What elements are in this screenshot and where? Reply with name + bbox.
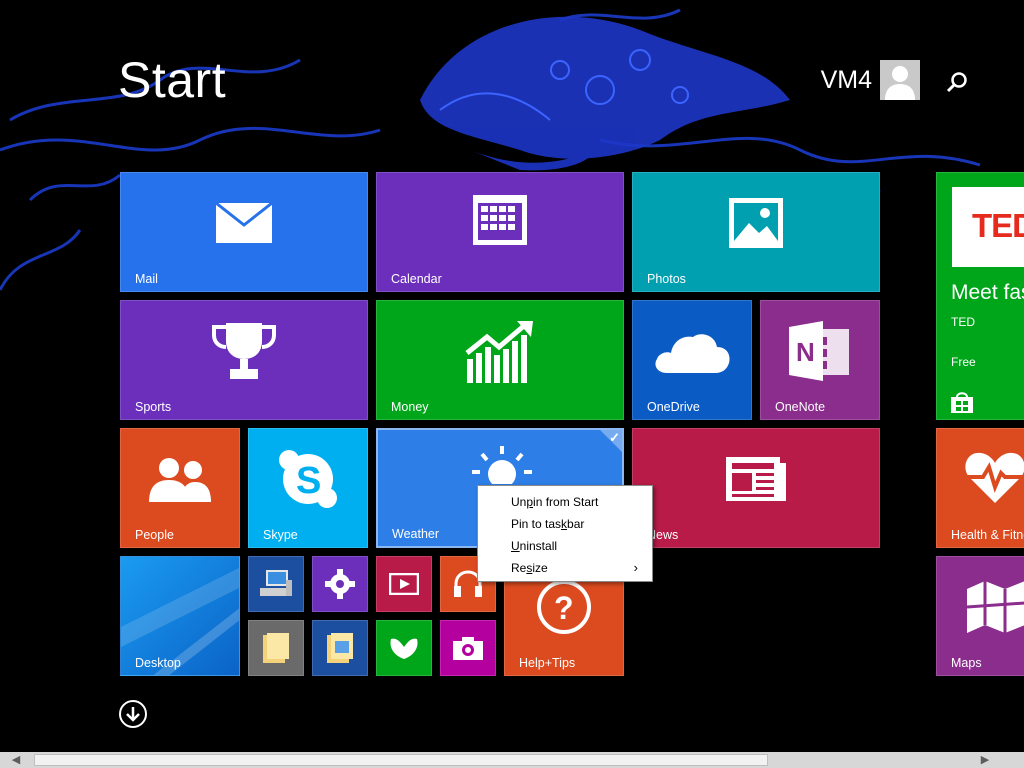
person-icon: [885, 66, 915, 100]
submenu-arrow-icon: ›: [633, 560, 638, 575]
sun-icon: [472, 446, 532, 484]
menu-text: bar: [567, 517, 585, 531]
menu-text: ize: [532, 561, 548, 575]
tile-maps[interactable]: Maps: [936, 556, 1024, 676]
tile-photos[interactable]: Photos: [632, 172, 880, 292]
folder-icon: [263, 633, 289, 663]
all-apps-button[interactable]: [119, 700, 147, 728]
scroll-right-icon[interactable]: ▶: [977, 752, 993, 768]
cloud-icon: [655, 333, 730, 373]
checkmark-icon: ✓: [609, 430, 620, 445]
mail-icon: [216, 202, 272, 243]
tile-desktop[interactable]: Desktop: [120, 556, 240, 676]
search-icon: [946, 72, 967, 93]
tile-video[interactable]: [376, 556, 432, 612]
tile-label: Health & Fitness: [951, 528, 1024, 542]
ted-logo: TED: [972, 207, 1024, 244]
tile-label: Desktop: [135, 656, 181, 670]
user-avatar[interactable]: [880, 60, 920, 100]
photos-icon: [729, 197, 783, 248]
context-menu: Unpin from Start Pin to taskbar Uninstal…: [477, 485, 653, 582]
menu-item-unpin-from-start[interactable]: Unpin from Start: [478, 491, 652, 513]
tile-label: Money: [391, 400, 429, 414]
newspaper-icon: [726, 456, 786, 501]
heart-pulse-icon: [965, 452, 1024, 503]
skype-icon: S: [279, 449, 337, 508]
tile-file-explorer[interactable]: [248, 620, 304, 676]
menu-accesskey: U: [511, 539, 520, 553]
svg-text:N: N: [796, 337, 815, 367]
tile-photo-folder[interactable]: [312, 620, 368, 676]
help-icon: ?: [537, 579, 591, 634]
menu-text: Un: [511, 495, 527, 509]
tile-label: OneNote: [775, 400, 826, 414]
tile-news[interactable]: News: [632, 428, 880, 548]
tile-label: Calendar: [391, 272, 442, 286]
tile-calendar[interactable]: Calendar: [376, 172, 624, 292]
ted-logo-block: TED: [952, 187, 1024, 267]
tile-label: OneDrive: [647, 400, 700, 414]
tile-onenote[interactable]: N OneNote: [760, 300, 880, 420]
ted-app-name: TED: [951, 315, 975, 329]
xbox-icon: [390, 638, 418, 659]
tile-label: Help+Tips: [519, 656, 576, 670]
trophy-icon: [212, 322, 276, 379]
horizontal-scrollbar[interactable]: ◀ ▶: [0, 752, 1024, 768]
svg-text:?: ?: [554, 590, 574, 626]
tile-games[interactable]: [376, 620, 432, 676]
tile-camera[interactable]: [440, 620, 496, 676]
menu-item-resize[interactable]: Resize ›: [478, 557, 652, 579]
people-icon: [149, 457, 211, 502]
menu-item-pin-to-taskbar[interactable]: Pin to taskbar: [478, 513, 652, 535]
tile-sports[interactable]: Sports: [120, 300, 368, 420]
arrow-down-icon: [126, 707, 140, 722]
menu-text: in from Start: [533, 495, 599, 509]
page-title: Start: [118, 52, 227, 108]
calendar-icon: [473, 195, 527, 246]
tile-onedrive[interactable]: OneDrive: [632, 300, 752, 420]
picture-folder-icon: [327, 633, 353, 663]
tile-label: Mail: [135, 272, 158, 286]
store-icon: [951, 392, 973, 413]
tile-label: Maps: [951, 656, 982, 670]
svg-text:S: S: [296, 460, 321, 502]
gear-icon: [325, 569, 355, 599]
tile-ted-store[interactable]: TED Meet fascinating TED Free: [936, 172, 1024, 420]
search-button[interactable]: [944, 70, 970, 96]
tile-skype[interactable]: S Skype: [248, 428, 368, 548]
menu-text: ninstall: [519, 539, 558, 553]
camera-icon: [453, 637, 483, 660]
computer-icon: [260, 570, 292, 596]
tile-label: People: [135, 528, 174, 542]
ted-headline: Meet fascinating: [951, 281, 1024, 304]
menu-item-uninstall[interactable]: Uninstall: [478, 535, 652, 557]
video-icon: [389, 573, 419, 595]
tile-pc-settings[interactable]: [312, 556, 368, 612]
money-chart-icon: [465, 320, 533, 383]
tile-mail[interactable]: Mail: [120, 172, 368, 292]
tile-money[interactable]: Money: [376, 300, 624, 420]
tile-label: Sports: [135, 400, 172, 414]
tile-health[interactable]: Health & Fitness: [936, 428, 1024, 548]
tile-people[interactable]: People: [120, 428, 240, 548]
ted-price: Free: [951, 355, 976, 369]
user-name[interactable]: VM4: [821, 66, 872, 94]
menu-text: Re: [511, 561, 527, 575]
menu-text: Pin to tas: [511, 517, 562, 531]
tile-this-pc[interactable]: [248, 556, 304, 612]
map-icon: [966, 581, 1024, 633]
scroll-left-icon[interactable]: ◀: [8, 752, 24, 768]
tile-label: Photos: [647, 272, 686, 286]
onenote-icon: N: [789, 320, 849, 381]
tile-label: Skype: [263, 528, 298, 542]
scrollbar-thumb[interactable]: [34, 754, 768, 766]
tile-label: Weather: [392, 527, 440, 541]
